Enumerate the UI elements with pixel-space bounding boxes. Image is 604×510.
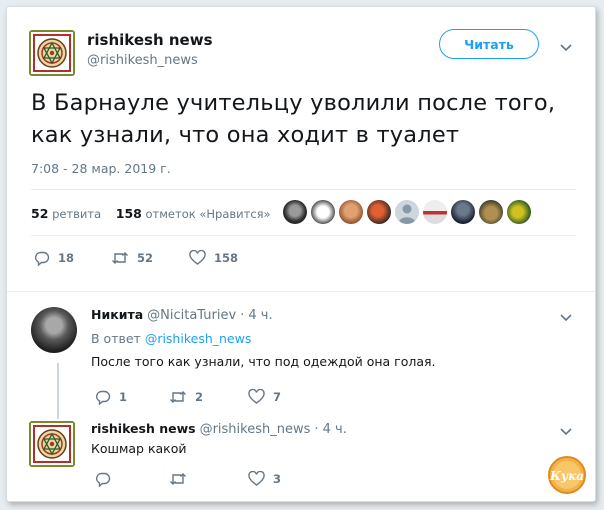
heart-icon (248, 389, 265, 404)
author-avatar[interactable] (29, 30, 75, 76)
divider (31, 235, 576, 236)
reply-count: 1 (119, 390, 128, 404)
tweet-text: В Барнауле учительцу уволили после того,… (31, 87, 576, 151)
tweet-card: rishikesh news @rishikesh_news Читать В … (6, 6, 596, 502)
chevron-down-icon[interactable] (559, 43, 573, 53)
reply-author-name[interactable]: rishikesh news (91, 421, 196, 436)
reply-time[interactable]: · 4 ч. (240, 308, 272, 323)
reply-avatar[interactable] (31, 307, 77, 353)
tweet-stats: 52 ретвита 158 отметок «Нравится» (31, 206, 271, 221)
divider (31, 189, 576, 190)
retweet-icon (112, 252, 128, 264)
watermark-text: Кука (549, 469, 584, 483)
chevron-down-icon[interactable] (559, 427, 573, 437)
heart-icon (248, 471, 265, 486)
in-reply-to: В ответ @rishikesh_news (91, 331, 251, 346)
like-button[interactable]: 158 (189, 250, 238, 266)
reply-author-handle[interactable]: @NicitaTuriev (147, 308, 236, 323)
in-reply-to-handle[interactable]: @rishikesh_news (145, 331, 252, 346)
tweet-text-line-2: как узнали, что она ходит в туалет (31, 122, 460, 148)
reply-header: rishikesh news @rishikesh_news · 4 ч. (91, 421, 347, 437)
retweet-button[interactable] (169, 471, 195, 487)
like-button[interactable]: 7 (248, 389, 281, 405)
author-handle[interactable]: @rishikesh_news (87, 53, 198, 68)
reply-button[interactable]: 1 (95, 389, 127, 405)
liker-avatar[interactable] (451, 200, 475, 224)
default-user-icon (398, 204, 416, 224)
liker-avatar[interactable] (367, 200, 391, 224)
reply-avatar[interactable] (29, 421, 75, 467)
liker-avatar[interactable] (423, 200, 447, 224)
like-count: 3 (273, 472, 282, 486)
retweet-count: 52 (137, 251, 154, 265)
liker-avatar[interactable] (479, 200, 503, 224)
liker-avatar[interactable] (507, 200, 531, 224)
like-button[interactable]: 3 (248, 471, 281, 487)
reply-author-handle[interactable]: @rishikesh_news (200, 422, 311, 437)
likes-count[interactable]: 158 (116, 206, 142, 221)
tweet-timestamp[interactable]: 7:08 - 28 мар. 2019 г. (31, 161, 171, 176)
liker-avatar[interactable] (395, 200, 419, 224)
follow-button[interactable]: Читать (439, 29, 539, 59)
tweet-text-line-1: В Барнауле учительцу уволили после того, (31, 90, 556, 116)
reply-icon (35, 251, 50, 266)
reply-button[interactable] (95, 471, 119, 487)
retweet-count: 2 (195, 390, 204, 404)
retweet-button[interactable]: 2 (169, 389, 203, 405)
author-name[interactable]: rishikesh news (87, 31, 213, 49)
divider (7, 291, 595, 292)
retweet-icon (170, 473, 186, 485)
reply-button[interactable]: 18 (34, 250, 74, 266)
reply-header: Никита @NicitaTuriev · 4 ч. (91, 307, 273, 323)
mandala-avatar-icon (29, 421, 75, 467)
retweets-count[interactable]: 52 (31, 206, 48, 221)
watermark-badge-icon: Кука (548, 456, 586, 494)
chevron-down-icon[interactable] (559, 313, 573, 323)
reply-icon (96, 472, 111, 487)
likes-label[interactable]: отметок «Нравится» (146, 207, 271, 221)
liker-avatar[interactable] (283, 200, 307, 224)
reply-time[interactable]: · 4 ч. (314, 422, 346, 437)
reply-count: 18 (58, 251, 75, 265)
heart-icon (189, 250, 206, 265)
thread-line (57, 363, 59, 419)
reply-icon (96, 390, 111, 405)
in-reply-prefix: В ответ (91, 331, 141, 346)
reply-text: После того как узнали, что под одеждой о… (91, 354, 436, 369)
liker-avatar[interactable] (339, 200, 363, 224)
retweets-label[interactable]: ретвита (52, 207, 101, 221)
reply-author-name[interactable]: Никита (91, 307, 143, 322)
like-count: 158 (214, 251, 239, 265)
retweet-icon (170, 391, 186, 403)
mandala-avatar-icon (29, 30, 75, 76)
watermark-logo: Кука (547, 455, 587, 499)
like-count: 7 (273, 390, 282, 404)
liker-avatar[interactable] (311, 200, 335, 224)
reply-text: Кошмар какой (91, 441, 187, 456)
retweet-button[interactable]: 52 (111, 250, 153, 266)
